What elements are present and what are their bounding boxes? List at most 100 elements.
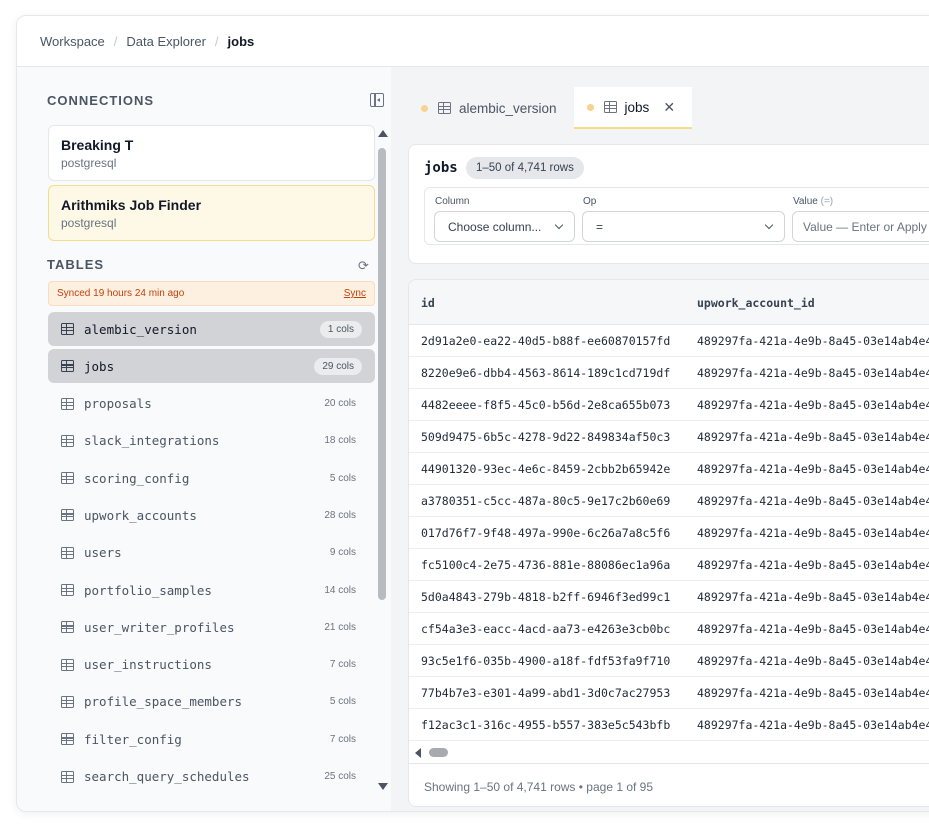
tab-label: alembic_version — [459, 100, 557, 116]
panel-collapse-icon[interactable] — [370, 93, 384, 107]
table-name: jobs — [84, 358, 115, 374]
cell-upwork-account-id: 489297fa-421a-4e9b-8a45-03e14ab4e4 — [697, 430, 929, 444]
column-header-upwork-account-id[interactable]: upwork_account_id — [697, 296, 815, 310]
table-row[interactable]: 4482eeee-f8f5-45c0-b56d-2e8ca655b073 4892… — [409, 389, 929, 421]
breadcrumb-workspace[interactable]: Workspace — [40, 34, 105, 49]
table-row[interactable]: a3780351-c5cc-487a-80c5-9e17c2b60e69 4892… — [409, 485, 929, 517]
cell-upwork-account-id: 489297fa-421a-4e9b-8a45-03e14ab4e4 — [697, 526, 929, 540]
scrollbar-thumb[interactable] — [429, 748, 448, 757]
table-name: profile_space_members — [84, 694, 243, 710]
refresh-icon[interactable]: ⟳ — [358, 259, 369, 272]
table-name: search_query_schedules — [84, 769, 250, 785]
scroll-down-icon[interactable] — [378, 783, 388, 790]
table-name: scoring_config — [84, 470, 190, 486]
table-list-item[interactable]: scoring_config 5 cols — [48, 461, 375, 495]
table-icon — [603, 101, 617, 113]
tab-jobs[interactable]: jobs ✕ — [573, 87, 693, 129]
table-row[interactable]: 44901320-93ec-4e6c-8459-2cbb2b65942e 4892… — [409, 453, 929, 485]
table-name: user_instructions — [84, 657, 212, 673]
table-row[interactable]: 2d91a2e0-ea22-40d5-b88f-ee60870157fd 4892… — [409, 325, 929, 357]
table-row[interactable]: 77b4b7e3-e301-4a99-abd1-3d0c7ac27953 4892… — [409, 677, 929, 709]
op-label: Op — [583, 196, 597, 207]
table-list-item[interactable]: user_writer_profiles 21 cols — [48, 610, 375, 644]
table-icon — [61, 360, 74, 373]
table-row[interactable]: 017d76f7-9f48-497a-990e-6c26a7a8c5f6 4892… — [409, 517, 929, 549]
column-count-badge: 14 cols — [324, 584, 356, 596]
table-name: users — [84, 545, 122, 561]
column-header-id[interactable]: id — [421, 296, 435, 310]
data-grid: id upwork_account_id 2d91a2e0-ea22-40d5-… — [408, 279, 929, 807]
connection-card-arithmiks[interactable]: Arithmiks Job Finder postgresql — [48, 185, 375, 241]
cell-id: a3780351-c5cc-487a-80c5-9e17c2b60e69 — [421, 494, 671, 508]
cell-id: 5d0a4843-279b-4818-b2ff-6946f3ed99c1 — [421, 590, 671, 604]
table-icon — [61, 546, 74, 559]
table-row[interactable]: fc5100c4-2e75-4736-881e-88086ec1a96a 4892… — [409, 549, 929, 581]
table-icon — [61, 323, 74, 335]
table-name: proposals — [84, 396, 152, 412]
close-icon[interactable]: ✕ — [663, 99, 675, 116]
breadcrumb-data-explorer[interactable]: Data Explorer — [126, 34, 205, 49]
table-row[interactable]: 5d0a4843-279b-4818-b2ff-6946f3ed99c1 4892… — [409, 581, 929, 613]
table-list-item[interactable]: filter_config 7 cols — [48, 722, 375, 756]
scroll-left-icon[interactable] — [415, 748, 421, 758]
table-icon — [61, 472, 74, 485]
table-row[interactable]: 509d9475-6b5c-4278-9d22-849834af50c3 4892… — [409, 421, 929, 453]
cell-id: 93c5e1f6-035b-4900-a18f-fdf53fa9f710 — [421, 654, 671, 668]
tab-bar: alembic_version jobs ✕ — [408, 87, 693, 129]
breadcrumb-current: jobs — [227, 33, 255, 49]
pagination-summary: Showing 1–50 of 4,741 rows • page 1 of 9… — [424, 780, 654, 794]
table-list-item[interactable]: search_query_schedules 25 cols — [48, 760, 375, 794]
table-row[interactable]: 93c5e1f6-035b-4900-a18f-fdf53fa9f710 4892… — [409, 645, 929, 677]
cell-id: 017d76f7-9f48-497a-990e-6c26a7a8c5f6 — [421, 526, 671, 540]
table-list-item[interactable]: alembic_version 1 cols — [48, 312, 375, 346]
column-count-badge: 21 cols — [324, 621, 356, 633]
column-count-badge: 5 cols — [329, 472, 356, 484]
cell-upwork-account-id: 489297fa-421a-4e9b-8a45-03e14ab4e4 — [697, 718, 929, 732]
table-list-item[interactable]: proposals 20 cols — [48, 387, 375, 421]
table-row[interactable]: 8220e9e6-dbb4-4563-8614-189c1cd719df 4892… — [409, 357, 929, 389]
table-name: upwork_accounts — [84, 507, 197, 523]
table-list-item[interactable]: upwork_accounts 28 cols — [48, 498, 375, 532]
column-count-badge: 20 cols — [324, 398, 356, 410]
table-icon — [61, 621, 74, 634]
table-row[interactable]: f12ac3c1-316c-4955-b557-383e5c543bfb 4892… — [409, 709, 929, 741]
app-window: Workspace / Data Explorer / jobs CONNECT… — [16, 15, 929, 812]
cell-id: cf54a3e3-eacc-4acd-aa73-e4263e3cb0bc — [421, 622, 671, 636]
tab-alembic-version[interactable]: alembic_version — [408, 87, 574, 129]
column-select[interactable]: Choose column... — [434, 211, 575, 242]
table-list-item[interactable]: jobs 29 cols — [48, 349, 375, 384]
table-name: alembic_version — [84, 321, 197, 337]
scroll-up-icon[interactable] — [378, 130, 388, 137]
op-select[interactable]: = — [582, 211, 785, 242]
tab-status-dot — [586, 103, 594, 111]
chevron-down-icon — [554, 220, 564, 230]
table-icon — [61, 397, 74, 410]
table-list-item[interactable]: users 9 cols — [48, 536, 375, 570]
table-list-item[interactable]: portfolio_samples 14 cols — [48, 573, 375, 607]
table-name: slack_integrations — [84, 433, 220, 449]
table-row[interactable]: cf54a3e3-eacc-4acd-aa73-e4263e3cb0bc 4892… — [409, 613, 929, 645]
table-icon — [61, 770, 74, 783]
value-input[interactable]: Value — Enter or Apply — [792, 211, 929, 242]
scrollbar-thumb[interactable] — [378, 148, 386, 600]
column-count-badge: 29 cols — [314, 357, 362, 375]
connection-name: Breaking T — [61, 137, 134, 153]
connection-type: postgresql — [61, 216, 117, 230]
cell-upwork-account-id: 489297fa-421a-4e9b-8a45-03e14ab4e4 — [697, 334, 929, 348]
table-list-item[interactable]: profile_space_members 5 cols — [48, 685, 375, 719]
horizontal-scrollbar[interactable] — [409, 742, 929, 764]
cell-upwork-account-id: 489297fa-421a-4e9b-8a45-03e14ab4e4 — [697, 398, 929, 412]
sidebar-scrollbar[interactable] — [377, 130, 388, 790]
table-icon — [61, 509, 74, 522]
table-list-item[interactable]: user_instructions 7 cols — [48, 648, 375, 682]
column-count-badge: 5 cols — [329, 696, 356, 708]
row-count-badge: 1–50 of 4,741 rows — [466, 157, 584, 179]
table-list-item[interactable]: slack_integrations 18 cols — [48, 424, 375, 458]
connection-card-breaking-t[interactable]: Breaking T postgresql — [48, 125, 375, 181]
cell-id: 4482eeee-f8f5-45c0-b56d-2e8ca655b073 — [421, 398, 671, 412]
column-label: Column — [435, 196, 470, 207]
sync-link[interactable]: Sync — [344, 288, 366, 299]
column-count-badge: 7 cols — [329, 659, 356, 671]
connection-name: Arithmiks Job Finder — [61, 197, 202, 213]
table-title: jobs — [424, 160, 458, 176]
